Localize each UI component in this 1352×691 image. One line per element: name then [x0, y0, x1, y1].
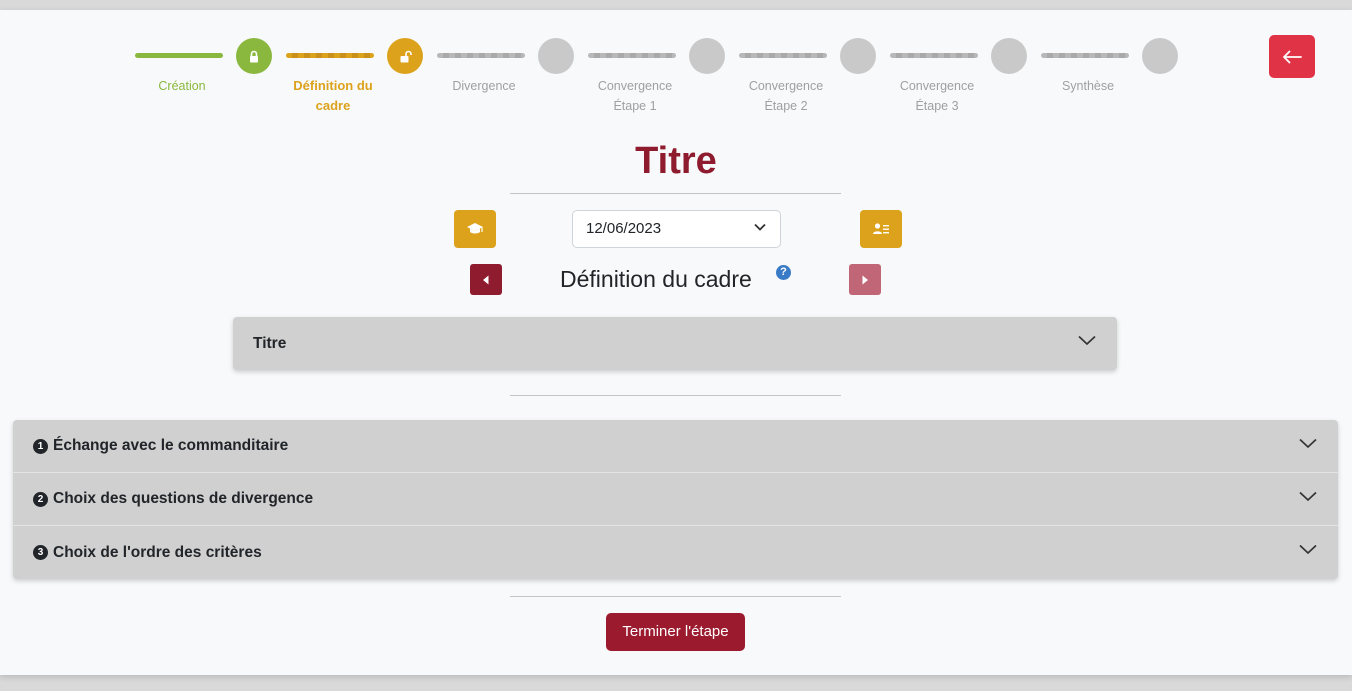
step-6-label[interactable]: Convergence Étape 3 — [877, 76, 997, 116]
section-exchange-header[interactable]: 1 Échange avec le commanditaire — [13, 420, 1338, 473]
title-accordion-header[interactable]: Titre — [233, 317, 1117, 370]
step-4-label[interactable]: Convergence Étape 1 — [575, 76, 695, 116]
section-label: Échange avec le commanditaire — [53, 437, 289, 454]
stepper-connector — [890, 53, 978, 58]
step-3-circle[interactable] — [538, 38, 574, 74]
next-step-button[interactable] — [849, 264, 881, 295]
section-criteria-order-header[interactable]: 3 Choix de l'ordre des critères — [13, 526, 1338, 579]
step-label-text: Convergence — [597, 79, 673, 93]
caret-right-icon — [862, 275, 868, 284]
lock-closed-icon — [250, 50, 258, 62]
chevron-down-icon — [1299, 491, 1317, 502]
participants-button[interactable] — [860, 210, 902, 248]
stepper-connector — [1041, 53, 1129, 58]
back-button[interactable] — [1269, 35, 1315, 78]
step-5-label[interactable]: Convergence Étape 2 — [726, 76, 846, 116]
lock-open-icon — [400, 50, 412, 62]
chevron-down-icon — [754, 223, 766, 231]
step-5-circle[interactable] — [840, 38, 876, 74]
tutorial-button[interactable] — [454, 210, 496, 248]
title-accordion: Titre — [233, 317, 1117, 370]
section-divider — [510, 395, 841, 396]
stepper-connector — [739, 53, 827, 58]
sections-accordion: 1 Échange avec le commanditaire 2 Choix … — [13, 420, 1338, 579]
chevron-down-icon — [1299, 438, 1317, 449]
date-select[interactable]: 12/06/2023 — [572, 210, 781, 248]
title-divider — [510, 193, 841, 194]
title-accordion-label: Titre — [253, 334, 287, 352]
stage-title: Définition du cadre — [560, 266, 752, 292]
user-list-icon — [873, 223, 889, 234]
section-label: Choix des questions de divergence — [53, 490, 314, 507]
step-1-label[interactable]: Création — [122, 76, 242, 96]
stepper-connector — [437, 53, 525, 58]
date-value: 12/06/2023 — [586, 220, 662, 237]
step-2-circle[interactable] — [387, 38, 423, 74]
step-label-text: Étape 3 — [915, 99, 959, 113]
graduation-cap-icon — [467, 223, 483, 234]
footer-divider — [510, 596, 841, 597]
step-number-badge: 1 — [33, 438, 48, 454]
step-6-circle[interactable] — [991, 38, 1027, 74]
step-label-text: cadre — [315, 98, 351, 113]
caret-left-icon — [483, 275, 489, 284]
arrow-left-icon — [1283, 50, 1302, 63]
step-3-label[interactable]: Divergence — [424, 76, 544, 96]
progress-stepper: Création Définition du cadre Divergence … — [0, 10, 1352, 130]
step-1-circle[interactable] — [236, 38, 272, 74]
step-2-label[interactable]: Définition du cadre — [273, 76, 393, 116]
previous-step-button[interactable] — [470, 264, 502, 295]
step-7-label[interactable]: Synthèse — [1028, 76, 1148, 96]
step-label-text: Étape 2 — [764, 99, 808, 113]
step-label-text: Divergence — [452, 79, 516, 93]
step-number-badge: 2 — [33, 491, 48, 507]
section-divergence-questions-header[interactable]: 2 Choix des questions de divergence — [13, 473, 1338, 526]
page-title: Titre — [635, 140, 717, 182]
step-4-circle[interactable] — [689, 38, 725, 74]
stepper-connector — [588, 53, 676, 58]
chevron-down-icon — [1078, 335, 1096, 346]
step-label-text: Convergence — [899, 79, 975, 93]
stepper-connector — [135, 53, 223, 58]
finish-step-button[interactable]: Terminer l'étape — [606, 613, 745, 651]
step-label-text: Définition du — [293, 78, 373, 93]
step-label-text: Étape 1 — [613, 99, 657, 113]
help-icon[interactable]: ? — [776, 265, 791, 280]
step-label-text: Convergence — [748, 79, 824, 93]
section-label: Choix de l'ordre des critères — [53, 543, 262, 561]
step-number-badge: 3 — [33, 545, 48, 560]
step-label-text: Synthèse — [1061, 79, 1115, 93]
step-label-text: Création — [158, 79, 206, 93]
page-container: Création Définition du cadre Divergence … — [0, 10, 1352, 675]
chevron-down-icon — [1299, 544, 1317, 555]
stepper-connector — [286, 53, 374, 58]
step-7-circle[interactable] — [1142, 38, 1178, 74]
